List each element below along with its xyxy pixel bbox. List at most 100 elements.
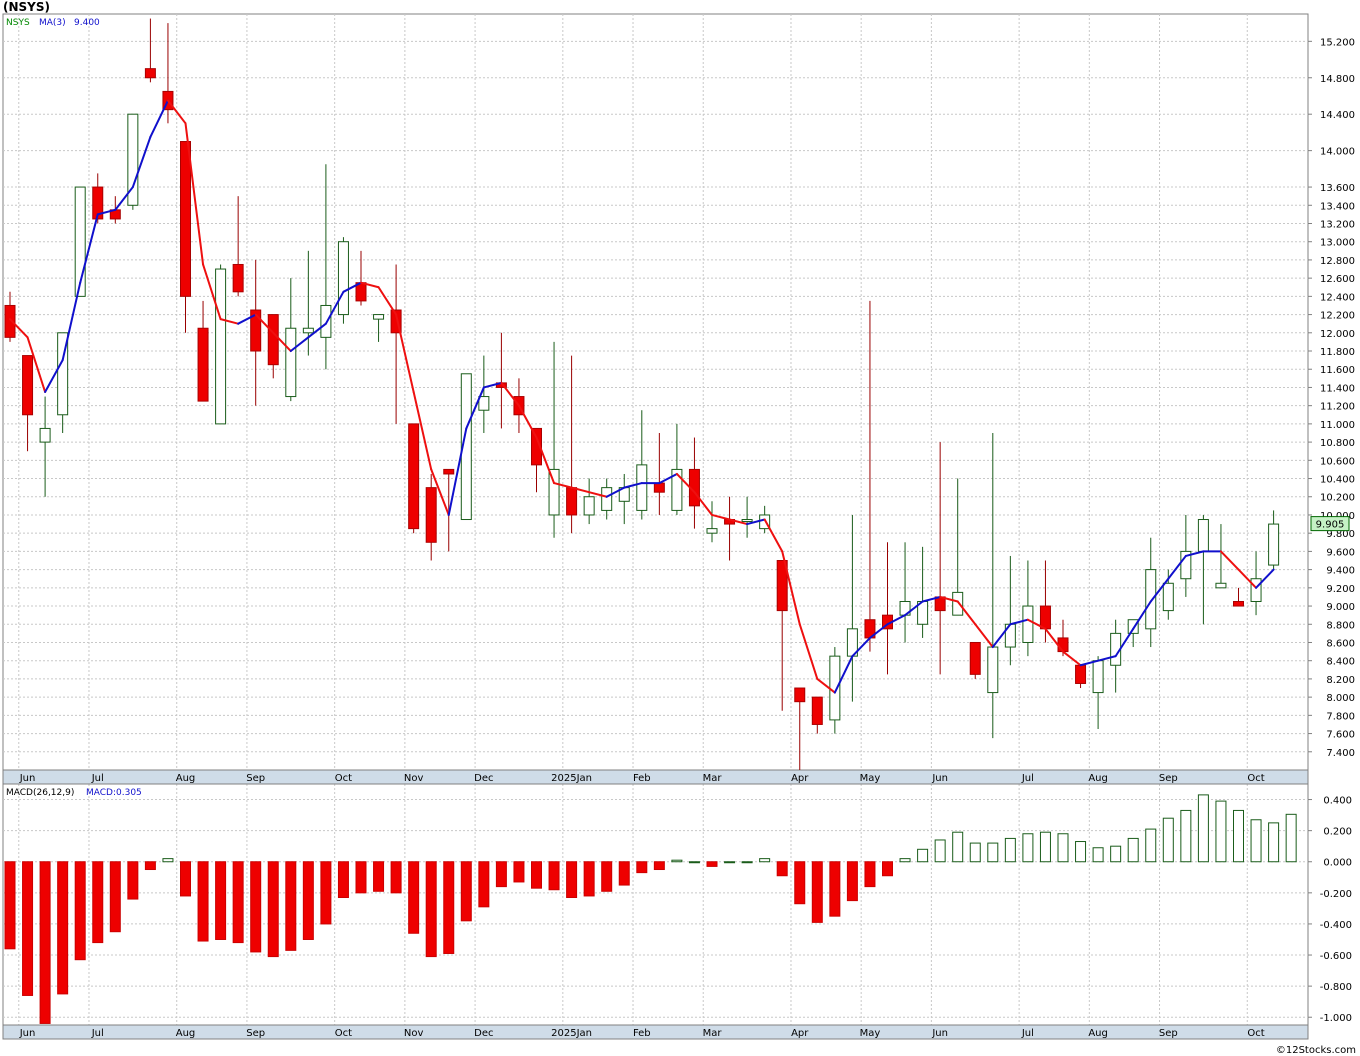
macd-bar [846,861,858,902]
candle-body [829,655,841,721]
macd-bar [1039,831,1051,863]
macd-bar [1004,837,1016,863]
candle-body [373,314,385,320]
macd-bar [864,861,876,888]
x-tick-label: Sep [1159,773,1178,784]
y-tick-label: 9.000 [1326,602,1355,613]
candle-body [267,314,279,366]
candle-body [337,241,349,316]
macd-bar [899,858,911,863]
candle-body [811,696,823,725]
macd-bar [618,861,630,886]
candle-body [1162,582,1174,612]
macd-bar [4,861,16,950]
candle-body [636,464,648,511]
macd-bar [1162,817,1174,863]
candle-body [144,68,156,79]
macd-bar [882,861,893,877]
y-tick-label: 10.800 [1320,438,1355,449]
macd-bar [1285,813,1297,863]
macd-bar [653,861,665,871]
y-tick-label: 10.200 [1320,493,1355,504]
x-tick-label: Sep [246,773,265,784]
chart-canvas[interactable]: 7.400 7.600 7.800 8.000 8.200 8.400 8.600 8.800… [0,0,1360,1056]
y-tick-label: 10.400 [1320,475,1355,486]
macd-bar [688,861,700,864]
macd-bar [443,861,455,954]
macd-bar [724,861,736,864]
price-date-axis [2,769,1309,785]
macd-bar [566,861,578,899]
candle-body [583,496,595,516]
candle-body [39,427,51,443]
macd-bar [109,861,121,933]
candle-body [180,141,191,297]
y-tick-label: 9.200 [1326,584,1355,595]
macd-tick-label: -0.800 [1320,982,1352,993]
macd-bar [759,858,771,863]
candle-body [566,487,578,516]
x-tick-label: Mar [703,1028,723,1039]
macd-value: MACD:0.305 [86,788,142,798]
candle-body [197,327,209,402]
y-tick-label: 12.200 [1320,311,1355,322]
candle-body [425,487,437,543]
candle-body [443,468,455,475]
macd-bar [987,842,999,863]
macd-bar [513,861,525,883]
macd-bar [373,861,385,892]
macd-bar [285,861,297,951]
x-tick-label: Sep [1159,1028,1178,1039]
macd-bar [636,861,648,874]
x-tick-label: May [860,1028,881,1039]
x-tick-label: Aug [176,1028,196,1039]
macd-bar [1250,819,1262,863]
macd-date-axis [2,1024,1309,1040]
macd-bar [460,861,472,922]
x-tick-label: Oct [1247,1028,1264,1039]
last-price-tag: 9.905 [1310,516,1350,532]
y-tick-label: 10.600 [1320,456,1355,467]
x-tick-label: Jul [91,1028,104,1039]
candle-body [1215,582,1227,589]
macd-tick-label: 0.400 [1323,796,1352,807]
macd-bar [250,861,262,953]
macd-bar [934,839,946,863]
macd-bar [531,861,542,889]
y-tick-label: 12.600 [1320,274,1355,285]
macd-bar [1268,822,1280,863]
y-tick-label: 11.600 [1320,365,1355,376]
x-tick-label: Jun [931,1028,948,1039]
ma-label: MA(3) [39,18,66,28]
candle-body [601,487,613,511]
macd-bar [39,861,51,1024]
x-tick-label: Aug [176,773,196,784]
x-tick-label: Aug [1088,1028,1108,1039]
candle-body [1233,600,1244,607]
y-tick-label: 11.000 [1320,420,1355,431]
x-tick-label: Aug [1088,773,1108,784]
candle-body [969,641,981,675]
candle-body [1268,523,1280,566]
y-tick-label: 8.200 [1326,675,1355,686]
macd-bar [1057,833,1069,863]
y-tick-label: 8.600 [1326,638,1355,649]
candle-body [952,591,964,616]
candle-body [22,355,34,416]
x-tick-label: 2025Jan [551,1028,592,1039]
ma-value: 9.400 [74,18,100,28]
y-tick-label: 13.400 [1320,201,1355,212]
y-tick-label: 11.200 [1320,402,1355,413]
macd-bar [706,861,718,867]
candle-body [478,396,490,411]
y-tick-label: 14.800 [1320,74,1355,85]
macd-tick-label: -1.000 [1320,1013,1352,1024]
candle-body [706,528,718,534]
y-tick-label: 13.600 [1320,183,1355,194]
candle-body [934,596,946,612]
macd-bar [302,861,314,940]
symbol-label: NSYS [6,18,30,28]
macd-bar [794,861,806,905]
macd-bar [390,861,402,894]
candle-body [302,327,314,334]
